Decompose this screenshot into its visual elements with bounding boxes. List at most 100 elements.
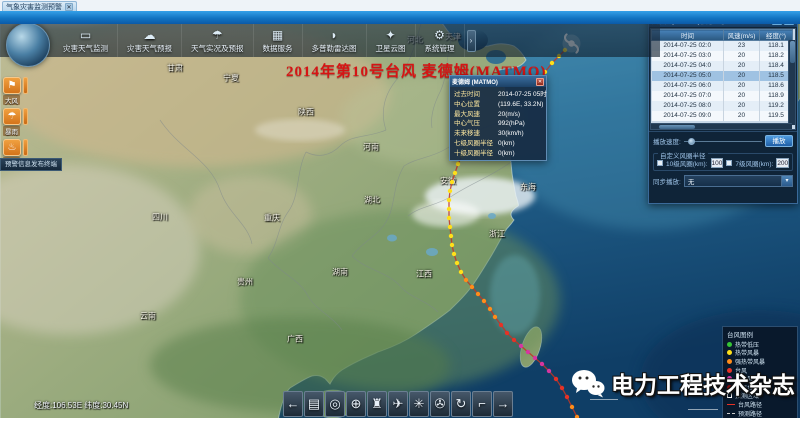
thermometer-icon[interactable]: ♨ bbox=[3, 139, 21, 156]
wind-turbine-icon[interactable]: ✳ bbox=[409, 391, 429, 417]
tab-close-icon[interactable]: ✕ bbox=[65, 3, 73, 11]
wind10-checkbox[interactable] bbox=[657, 160, 663, 166]
app-tab[interactable]: 气象灾害监测预警 ✕ bbox=[2, 1, 77, 11]
track-point bbox=[570, 405, 574, 409]
popup-field-value: (119.6E, 33.2N) bbox=[498, 100, 543, 110]
satellite-icon: ✦ bbox=[385, 29, 395, 42]
play-button[interactable]: 播放 bbox=[765, 135, 793, 147]
track-point bbox=[565, 395, 569, 399]
toolbar-button-satellite-image[interactable]: ✦卫星云图 bbox=[367, 24, 416, 57]
table-row[interactable]: 2014-07-25 04:020118.4 bbox=[652, 61, 793, 71]
track-point bbox=[526, 350, 530, 354]
play-speed-slider[interactable] bbox=[684, 137, 762, 145]
warning-label: 暴雨 bbox=[3, 126, 20, 136]
toolbar-expand-icon[interactable]: › bbox=[467, 30, 476, 52]
track-controls: 播放速度: 播放 自定义风圈半径 10级风圈(km): 100 7级风圈(km)… bbox=[649, 131, 797, 190]
slider-thumb[interactable] bbox=[688, 138, 695, 145]
table-vertical-scrollbar[interactable] bbox=[788, 40, 795, 125]
rainstorm-icon[interactable]: ☂ bbox=[3, 108, 21, 125]
toolbar-button-disaster-forecast[interactable]: ☁灾害天气预报 bbox=[118, 24, 182, 57]
back-arrow-icon[interactable]: ← bbox=[283, 391, 303, 417]
scale-bar bbox=[688, 409, 718, 410]
layers-icon[interactable]: ▤ bbox=[304, 391, 324, 417]
wind7-checkbox[interactable] bbox=[726, 160, 732, 166]
toolbar-button-label: 灾害天气监测 bbox=[63, 43, 108, 54]
sync-play-dropdown[interactable]: 无 ▾ bbox=[684, 175, 793, 187]
track-point bbox=[482, 299, 486, 303]
track-point bbox=[488, 307, 492, 311]
toolbar-button-label: 灾害天气预报 bbox=[127, 43, 172, 54]
table-header[interactable]: 时间 bbox=[652, 30, 724, 41]
toolbar-button-label: 系统管理 bbox=[425, 43, 455, 54]
track-point bbox=[512, 338, 516, 342]
table-header[interactable]: 风速(m/s) bbox=[724, 30, 760, 41]
track-info-panel: 麦德姆(MATMO)轨迹信息 ◄ ▪ 时间风速(m/s)经度(°)2014-07… bbox=[648, 12, 798, 204]
track-point bbox=[450, 243, 454, 247]
toolbar-button-doppler-radar[interactable]: ◗多普勒雷达图 bbox=[303, 24, 367, 57]
warning-tab-gale[interactable] bbox=[23, 77, 28, 94]
wind7-input[interactable]: 200 bbox=[776, 158, 789, 168]
browser-tab-strip: 气象灾害监测预警 ✕ bbox=[0, 0, 800, 11]
table-row[interactable]: 2014-07-25 08:020119.2 bbox=[652, 101, 793, 111]
wind-flag-icon[interactable]: ⚑ bbox=[3, 77, 21, 94]
legend-title: 台风图例 bbox=[727, 329, 793, 339]
wind10-input[interactable]: 100 bbox=[711, 158, 724, 168]
track-point bbox=[560, 386, 564, 390]
popup-titlebar[interactable]: 麦德姆 (MATMO) ✕ bbox=[450, 76, 546, 87]
warning-tab-rainstorm[interactable] bbox=[23, 108, 28, 125]
popup-field-label: 十级风圈半径 bbox=[454, 149, 498, 159]
track-point bbox=[540, 362, 544, 366]
table-header[interactable]: 经度(°) bbox=[760, 30, 793, 41]
track-table[interactable]: 时间风速(m/s)经度(°)2014-07-25 02:023118.12014… bbox=[651, 29, 793, 121]
table-row[interactable]: 2014-07-25 09:020119.5 bbox=[652, 111, 793, 121]
toolbar-button-label: 卫星云图 bbox=[376, 43, 406, 54]
table-row[interactable]: 2014-07-25 02:023118.1 bbox=[652, 41, 793, 51]
popup-field-label: 过去时间 bbox=[454, 90, 498, 100]
corner-flag-icon[interactable]: ⌐ bbox=[472, 391, 492, 417]
location-icon[interactable]: ◎ bbox=[325, 391, 345, 417]
tower-icon[interactable]: ♜ bbox=[367, 391, 387, 417]
track-point bbox=[547, 369, 551, 373]
popup-field-value: 2014-07-25 05时 bbox=[498, 90, 547, 100]
film-reel-icon[interactable]: ✇ bbox=[430, 391, 450, 417]
table-row[interactable]: 2014-07-25 06:020118.6 bbox=[652, 81, 793, 91]
wind-arrow-icon[interactable]: ✈ bbox=[388, 391, 408, 417]
warning-label: 大风 bbox=[3, 95, 20, 105]
table-horizontal-scrollbar[interactable] bbox=[651, 123, 792, 129]
popup-field-label: 最大风速 bbox=[454, 110, 498, 120]
custom-wind-circle-group: 自定义风圈半径 10级风圈(km): 100 7级风圈(km): 200 bbox=[653, 153, 793, 171]
warning-tab-high-temp[interactable] bbox=[23, 139, 28, 156]
table-row[interactable]: 2014-07-25 05:020118.5 bbox=[652, 71, 793, 81]
popup-field-value: 992(hPa) bbox=[498, 119, 525, 129]
toolbar-button-system-manage[interactable]: ⚙系统管理 bbox=[416, 24, 465, 57]
table-row[interactable]: 2014-07-25 07:020118.9 bbox=[652, 91, 793, 101]
table-row[interactable]: 2014-07-25 03:020118.2 bbox=[652, 51, 793, 61]
track-point bbox=[447, 216, 451, 220]
legend-item: 热带风暴 bbox=[727, 349, 793, 358]
legend-label: 预测路径 bbox=[738, 409, 762, 418]
app-logo-globe-icon[interactable] bbox=[6, 23, 50, 67]
popup-field-value: 20(m/s) bbox=[498, 110, 520, 120]
toolbar-button-disaster-monitor[interactable]: ▭灾害天气监测 bbox=[54, 24, 118, 57]
popup-close-icon[interactable]: ✕ bbox=[536, 78, 544, 86]
toolbar-button-label: 天气实况及预报 bbox=[191, 43, 244, 54]
map-toolbar: ←▤◎⊕♜✈✳✇↻⌐→ bbox=[283, 391, 513, 417]
track-point bbox=[533, 356, 537, 360]
forward-arrow-icon[interactable]: → bbox=[493, 391, 513, 417]
legend-item: 预测路径 bbox=[727, 409, 793, 418]
toolbar-button-label: 数据服务 bbox=[263, 43, 293, 54]
track-point bbox=[448, 225, 452, 229]
globe-icon[interactable]: ⊕ bbox=[346, 391, 366, 417]
popup-field: 中心气压992(hPa) bbox=[454, 119, 543, 129]
track-point bbox=[448, 189, 452, 193]
toolbar-button-weather-realtime[interactable]: ☂天气实况及预报 bbox=[182, 24, 254, 57]
scrollbar-thumb[interactable] bbox=[790, 41, 795, 63]
track-point bbox=[456, 162, 460, 166]
legend-swatch bbox=[727, 413, 735, 414]
track-point bbox=[505, 331, 509, 335]
warning-terminal-bar[interactable]: 预警信息发布终端 bbox=[0, 158, 62, 171]
scrollbar-thumb[interactable] bbox=[659, 125, 695, 129]
toolbar-button-data-service[interactable]: ▦数据服务 bbox=[254, 24, 303, 57]
refresh-icon[interactable]: ↻ bbox=[451, 391, 471, 417]
track-point bbox=[450, 180, 454, 184]
